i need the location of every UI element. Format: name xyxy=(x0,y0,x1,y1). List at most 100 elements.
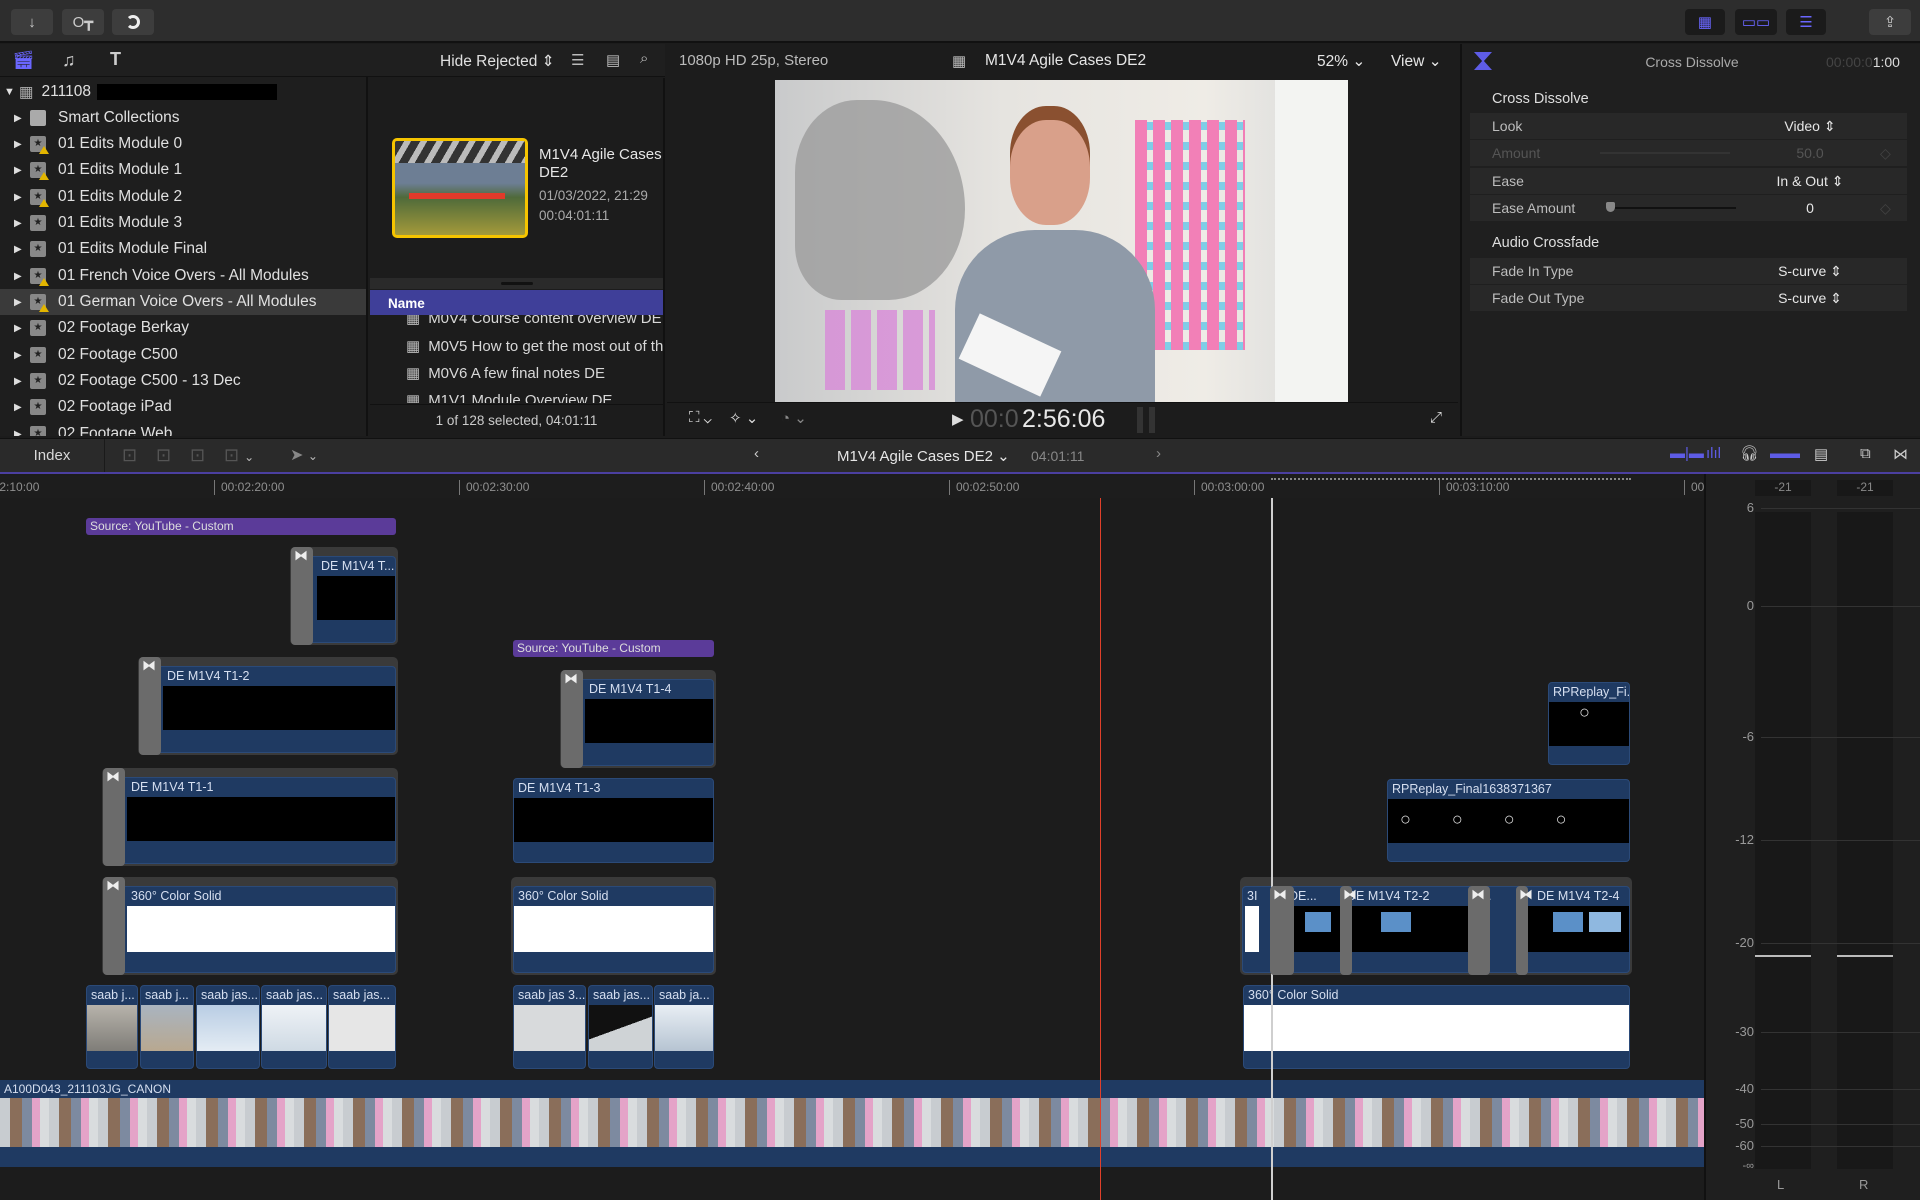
index-button[interactable]: Index xyxy=(0,439,105,472)
disclosure-icon[interactable]: ▶ xyxy=(14,429,24,437)
sidebar-item-event[interactable]: ▶ ★ 01 Edits Module 0 xyxy=(0,131,366,157)
timeline-clip[interactable]: DE M1V4 T1-1 xyxy=(104,777,396,864)
cross-dissolve-transition[interactable] xyxy=(1270,886,1294,975)
timeline-clip[interactable]: DE M1V4 T1-4 xyxy=(562,679,714,766)
search-icon[interactable]: ⌕ xyxy=(640,50,648,67)
transition[interactable] xyxy=(1340,886,1357,975)
primary-storyline-clip[interactable]: A100D043_211103JG_CANON xyxy=(0,1080,1704,1167)
transitions-browser-icon[interactable]: ⋈ xyxy=(1893,445,1908,463)
keyframe-icon[interactable]: ◇ xyxy=(1880,200,1891,217)
disclosure-icon[interactable]: ▶ xyxy=(14,350,24,361)
snapping-icon[interactable]: ▬▬ xyxy=(1770,445,1800,462)
select-tool-icon[interactable]: ➤ ⌄ xyxy=(290,445,318,465)
sidebar-item-event[interactable]: ▶ ★ 02 Footage iPad xyxy=(0,394,366,420)
back-arrow-icon[interactable]: ‹ xyxy=(754,445,759,462)
play-icon[interactable]: ▶ xyxy=(952,410,964,428)
split-handle[interactable] xyxy=(370,278,663,289)
timeline-clip[interactable]: saab jas... xyxy=(261,985,327,1069)
sidebar-item-event-selected[interactable]: ▶ ★ 01 German Voice Overs - All Modules xyxy=(0,289,366,315)
disclosure-icon[interactable]: ▶ xyxy=(14,139,24,150)
sidebar-item-event[interactable]: ▶ ★ 01 Edits Module 1 xyxy=(0,157,366,183)
project-thumbnail[interactable] xyxy=(392,138,528,238)
look-popup[interactable]: Video ⇕ xyxy=(1720,118,1900,135)
timeline-clip[interactable]: saab j... xyxy=(140,985,194,1069)
disclosure-icon[interactable]: ▶ xyxy=(14,402,24,413)
ease-popup[interactable]: In & Out ⇕ xyxy=(1720,173,1900,190)
sidebar-item-event[interactable]: ▶ ★ 02 Footage C500 - 13 Dec xyxy=(0,368,366,394)
list-item[interactable]: ▦ M1V1 Module Overview DE xyxy=(406,391,612,403)
list-item[interactable]: ▦ M0V4 Course content overview DE xyxy=(406,315,662,327)
transition[interactable] xyxy=(1516,886,1533,975)
disclosure-icon[interactable]: ▶ xyxy=(14,218,24,229)
amount-slider[interactable] xyxy=(1600,152,1730,154)
library-root[interactable]: ▼ ▦ 211108 xyxy=(0,79,366,105)
cross-dissolve-transition[interactable] xyxy=(561,670,583,768)
timeline-clip[interactable]: RPReplay_Fi... ○ xyxy=(1548,682,1630,765)
disclosure-icon[interactable]: ▶ xyxy=(14,165,24,176)
disclosure-icon[interactable]: ▶ xyxy=(14,192,24,203)
retime-icon[interactable]: ◔ ⌄ xyxy=(781,409,807,427)
timeline-clip[interactable]: DE M1V4 T1-3 xyxy=(513,778,714,863)
cross-dissolve-transition[interactable] xyxy=(103,877,125,975)
keyword-button[interactable]: O┳ xyxy=(62,9,104,35)
fade-in-popup[interactable]: S-curve ⇕ xyxy=(1720,263,1900,280)
sidebar-item-event[interactable]: ▶ ★ 01 French Voice Overs - All Modules xyxy=(0,263,366,289)
name-column-header[interactable]: Name xyxy=(370,290,663,315)
slider-thumb[interactable] xyxy=(1606,202,1615,212)
inspector-toggle-button[interactable]: ☰ xyxy=(1786,9,1826,35)
playhead[interactable] xyxy=(1271,498,1273,1200)
timeline-clip[interactable]: saab ja... xyxy=(654,985,714,1069)
sidebar-item-smart-collections[interactable]: ▶ Smart Collections xyxy=(0,105,366,131)
timeline-clip[interactable]: saab jas... xyxy=(588,985,653,1069)
timeline-ruler[interactable]: 00:02:10:00 00:02:20:00 00:02:30:00 00:0… xyxy=(0,476,1704,498)
fullscreen-icon[interactable]: ⤢ xyxy=(1430,409,1442,426)
background-tasks-button[interactable] xyxy=(112,9,154,35)
sidebar-item-event[interactable]: ▶ ★ 01 Edits Module 2 xyxy=(0,184,366,210)
audio-skimming-icon[interactable]: ılıl xyxy=(1706,445,1721,462)
timeline-clip[interactable]: saab jas... xyxy=(328,985,396,1069)
filmstrip-view-icon[interactable]: ▤ xyxy=(606,51,620,69)
disclosure-icon[interactable]: ▶ xyxy=(14,376,24,387)
timecode-display[interactable]: 2:56:06 xyxy=(1022,405,1105,434)
share-button[interactable]: ⇪ xyxy=(1869,9,1911,35)
sidebar-item-event[interactable]: ▶ ★ 02 Footage Web xyxy=(0,421,366,436)
connect-clip-icon[interactable]: ⊡ xyxy=(122,445,137,466)
sidebar-item-event[interactable]: ▶ ★ 02 Footage Berkay xyxy=(0,315,366,341)
timeline-clip[interactable]: RPReplay_Final1638371367 ○ ○ ○ ○ xyxy=(1387,779,1630,862)
cross-dissolve-transition[interactable] xyxy=(1468,886,1490,975)
clip-appearance-icon[interactable]: ▤ xyxy=(1814,445,1828,463)
timeline-toggle-button[interactable]: ▭▭ xyxy=(1735,9,1777,35)
view-dropdown[interactable]: View ⌄ xyxy=(1391,52,1442,71)
photos-audio-icon[interactable]: ♫ xyxy=(62,50,76,71)
titles-generators-icon[interactable]: T xyxy=(110,49,121,70)
disclosure-icon[interactable]: ▶ xyxy=(14,271,24,282)
timeline-clip[interactable]: 360° Color Solid xyxy=(1243,985,1630,1069)
import-button[interactable]: ↓ xyxy=(11,9,53,35)
libraries-icon[interactable]: 🎬︎ xyxy=(12,50,35,71)
list-item[interactable]: ▦ M0V6 A few final notes DE xyxy=(406,364,605,382)
sidebar-item-event[interactable]: ▶ ★ 01 Edits Module Final xyxy=(0,236,366,262)
timeline-clip[interactable]: 360° Color Solid xyxy=(104,886,396,973)
title-clip-source[interactable]: Source: YouTube - Custom xyxy=(86,518,396,535)
timeline-clip[interactable]: saab j... xyxy=(86,985,138,1069)
fade-out-popup[interactable]: S-curve ⇕ xyxy=(1720,290,1900,307)
skimming-icon[interactable]: ▬|▬ xyxy=(1670,445,1704,462)
sidebar-item-event[interactable]: ▶ ★ 01 Edits Module 3 xyxy=(0,210,366,236)
title-clip-source[interactable]: Source: YouTube - Custom xyxy=(513,640,714,657)
solo-headphones-icon[interactable]: 🎧︎ xyxy=(1740,444,1759,462)
ease-amount-value[interactable]: 0 xyxy=(1735,200,1885,216)
sidebar-item-event[interactable]: ▶ ★ 02 Footage C500 xyxy=(0,342,366,368)
disclosure-icon[interactable]: ▶ xyxy=(14,323,24,334)
transform-icon[interactable]: ⛶ ⌄ xyxy=(689,409,712,426)
disclosure-icon[interactable]: ▶ xyxy=(14,113,24,124)
keyframe-icon[interactable]: ◇ xyxy=(1880,145,1891,162)
append-clip-icon[interactable]: ⊡ xyxy=(190,445,205,466)
cross-dissolve-transition[interactable] xyxy=(103,768,125,866)
disclosure-icon[interactable]: ▶ xyxy=(14,297,24,308)
zoom-dropdown[interactable]: 52% ⌄ xyxy=(1317,52,1365,71)
cross-dissolve-transition[interactable] xyxy=(139,657,161,755)
timeline-clip[interactable]: DE M1V4 T1-2 xyxy=(140,666,396,753)
disclosure-open-icon[interactable]: ▼ xyxy=(4,86,15,98)
timeline-clip[interactable]: saab jas... xyxy=(196,985,260,1069)
disclosure-icon[interactable]: ▶ xyxy=(14,244,24,255)
